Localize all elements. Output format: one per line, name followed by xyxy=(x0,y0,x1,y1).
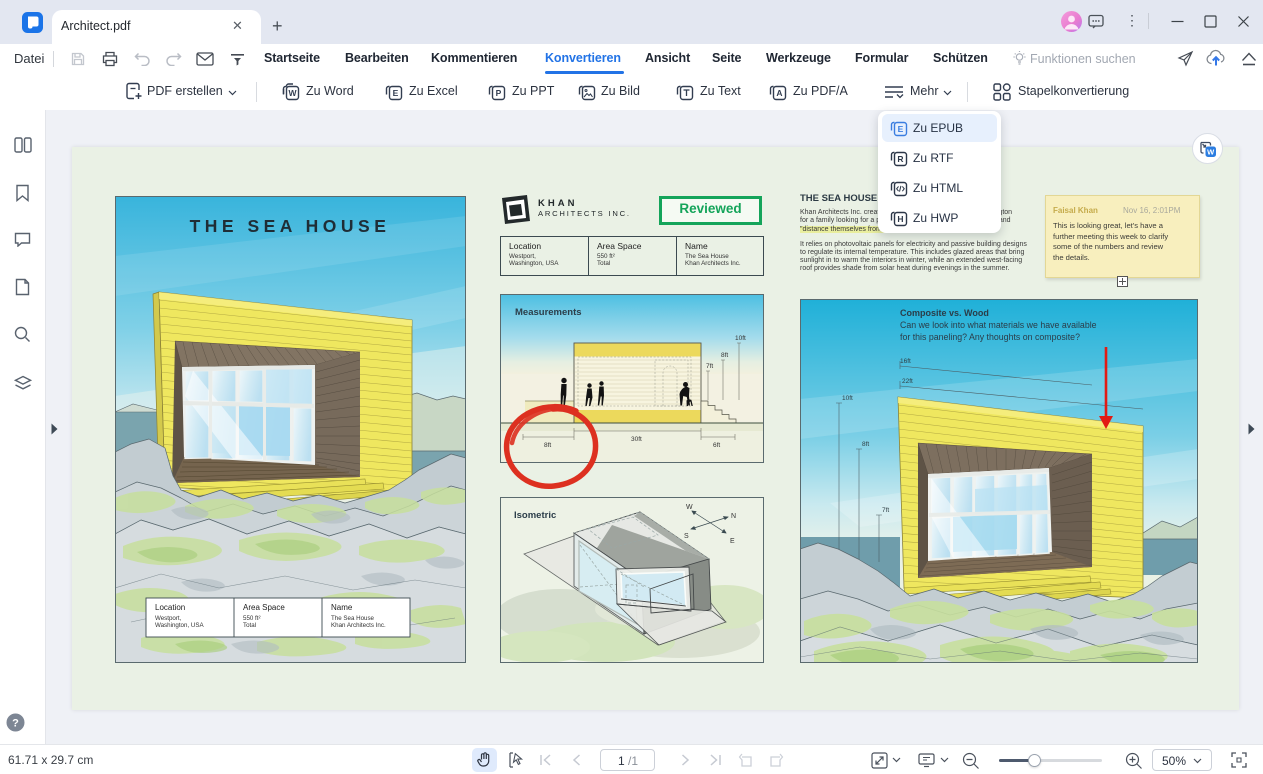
svg-text:Khan Architects Inc.: Khan Architects Inc. xyxy=(331,622,386,629)
svg-text:THE SEA HOUSE: THE SEA HOUSE xyxy=(190,216,391,236)
svg-text:30ft: 30ft xyxy=(631,436,642,443)
svg-text:16ft: 16ft xyxy=(900,358,911,365)
svg-text:for this paneling? Any thought: for this paneling? Any thoughts on compo… xyxy=(900,332,1080,342)
svg-text:8ft: 8ft xyxy=(721,352,728,359)
svg-text:E: E xyxy=(393,88,399,98)
svg-text:R: R xyxy=(897,154,903,164)
svg-text:550 ft²: 550 ft² xyxy=(243,615,261,622)
svg-text:Isometric: Isometric xyxy=(514,510,556,521)
svg-text:W: W xyxy=(288,88,297,98)
svg-text:W: W xyxy=(686,504,693,511)
svg-text:E: E xyxy=(898,124,904,134)
svg-text:Total: Total xyxy=(243,622,256,629)
svg-text:Westport,: Westport, xyxy=(155,615,182,622)
svg-text:7ft: 7ft xyxy=(882,507,889,514)
svg-text:8ft: 8ft xyxy=(862,441,869,448)
svg-text:The Sea House: The Sea House xyxy=(331,615,375,622)
svg-text:6ft: 6ft xyxy=(713,442,720,449)
svg-text:S: S xyxy=(684,533,689,540)
svg-text:Name: Name xyxy=(331,603,353,612)
svg-text:N: N xyxy=(731,513,736,520)
svg-text:Location: Location xyxy=(155,603,185,612)
svg-text:P: P xyxy=(496,88,502,98)
svg-text:Composite vs. Wood: Composite vs. Wood xyxy=(900,308,989,318)
svg-text:Can we look into what material: Can we look into what materials we have … xyxy=(900,320,1097,330)
svg-text:Area Space: Area Space xyxy=(243,603,285,612)
svg-text:10ft: 10ft xyxy=(842,395,853,402)
svg-text:10ft: 10ft xyxy=(735,335,746,342)
svg-text:Washington, USA: Washington, USA xyxy=(155,622,204,629)
svg-text:H: H xyxy=(897,214,903,224)
svg-text:22ft: 22ft xyxy=(902,378,913,385)
svg-text:E: E xyxy=(730,538,735,545)
svg-text:Measurements: Measurements xyxy=(515,307,582,318)
svg-text:A: A xyxy=(776,88,782,98)
svg-text:7ft: 7ft xyxy=(706,363,713,370)
svg-text:W: W xyxy=(1207,148,1215,157)
svg-text:?: ? xyxy=(12,718,19,730)
